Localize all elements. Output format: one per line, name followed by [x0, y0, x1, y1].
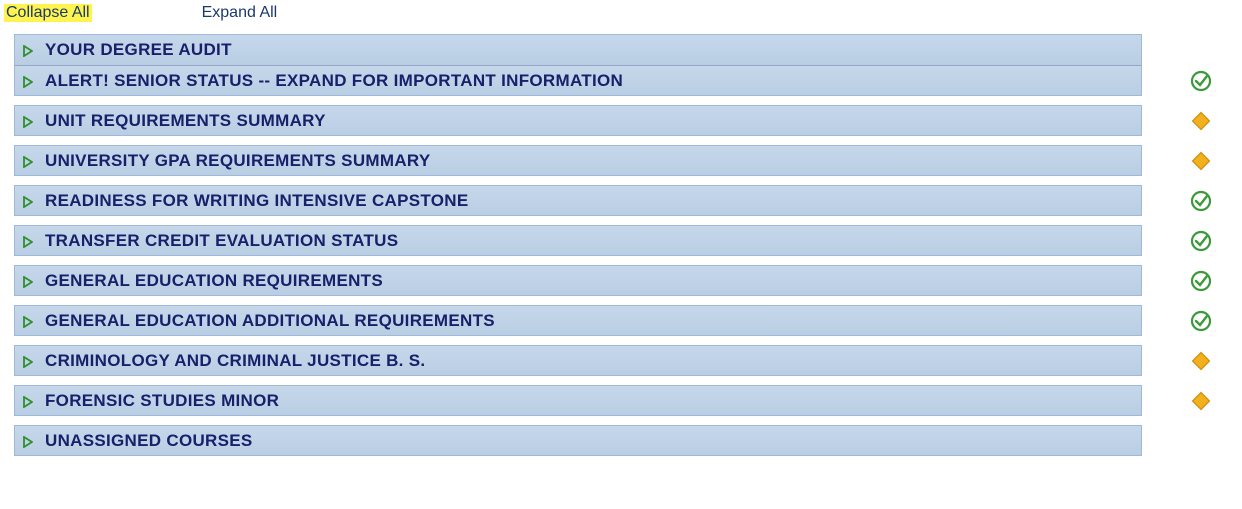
audit-row[interactable]: GENERAL EDUCATION REQUIREMENTS	[14, 265, 1142, 296]
checkmark-icon	[1190, 230, 1212, 252]
collapse-all-link[interactable]: Collapse All	[4, 4, 92, 22]
expand-icon	[23, 236, 33, 246]
audit-row-wrap-10: UNASSIGNED COURSES	[14, 425, 1242, 465]
audit-row[interactable]: UNASSIGNED COURSES	[14, 425, 1142, 456]
audit-row[interactable]: READINESS FOR WRITING INTENSIVE CAPSTONE	[14, 185, 1142, 216]
audit-title: ALERT! SENIOR STATUS -- EXPAND FOR IMPOR…	[45, 71, 623, 91]
status-cell	[1186, 305, 1216, 336]
audit-row[interactable]: CRIMINOLOGY AND CRIMINAL JUSTICE B. S.	[14, 345, 1142, 376]
status-cell	[1186, 185, 1216, 216]
audit-row[interactable]: GENERAL EDUCATION ADDITIONAL REQUIREMENT…	[14, 305, 1142, 336]
status-cell	[1186, 34, 1216, 65]
audit-title: UNIT REQUIREMENTS SUMMARY	[45, 111, 326, 131]
audit-row-wrap-7: GENERAL EDUCATION ADDITIONAL REQUIREMENT…	[14, 305, 1242, 345]
expand-icon	[23, 356, 33, 366]
audit-row-wrap-0: YOUR DEGREE AUDIT	[14, 34, 1242, 65]
audit-row-wrap-6: GENERAL EDUCATION REQUIREMENTS	[14, 265, 1242, 305]
audit-row-wrap-1: ALERT! SENIOR STATUS -- EXPAND FOR IMPOR…	[14, 65, 1242, 105]
audit-row[interactable]: TRANSFER CREDIT EVALUATION STATUS	[14, 225, 1142, 256]
status-cell	[1186, 345, 1216, 376]
expand-icon	[23, 436, 33, 446]
status-cell	[1186, 65, 1216, 96]
status-cell	[1186, 265, 1216, 296]
audit-row[interactable]: UNIT REQUIREMENTS SUMMARY	[14, 105, 1142, 136]
audit-row[interactable]: FORENSIC STUDIES MINOR	[14, 385, 1142, 416]
checkmark-icon	[1190, 70, 1212, 92]
audit-title: FORENSIC STUDIES MINOR	[45, 391, 279, 411]
expand-icon	[23, 276, 33, 286]
audit-title: GENERAL EDUCATION REQUIREMENTS	[45, 271, 383, 291]
expand-icon	[23, 316, 33, 326]
audit-row-wrap-4: READINESS FOR WRITING INTENSIVE CAPSTONE	[14, 185, 1242, 225]
status-cell	[1186, 105, 1216, 136]
status-cell	[1186, 425, 1216, 456]
diamond-icon	[1191, 391, 1211, 411]
status-cell	[1186, 385, 1216, 416]
audit-row-wrap-9: FORENSIC STUDIES MINOR	[14, 385, 1242, 425]
audit-row-wrap-5: TRANSFER CREDIT EVALUATION STATUS	[14, 225, 1242, 265]
diamond-icon	[1191, 351, 1211, 371]
checkmark-icon	[1190, 310, 1212, 332]
checkmark-icon	[1190, 270, 1212, 292]
audit-title: GENERAL EDUCATION ADDITIONAL REQUIREMENT…	[45, 311, 495, 331]
audit-list: YOUR DEGREE AUDIT ALERT! SENIOR STATUS -…	[0, 34, 1242, 465]
audit-row-wrap-8: CRIMINOLOGY AND CRIMINAL JUSTICE B. S.	[14, 345, 1242, 385]
audit-row[interactable]: YOUR DEGREE AUDIT	[14, 34, 1142, 65]
audit-row-wrap-2: UNIT REQUIREMENTS SUMMARY	[14, 105, 1242, 145]
audit-row[interactable]: ALERT! SENIOR STATUS -- EXPAND FOR IMPOR…	[14, 65, 1142, 96]
audit-title: YOUR DEGREE AUDIT	[45, 40, 232, 60]
diamond-icon	[1191, 151, 1211, 171]
status-cell	[1186, 225, 1216, 256]
expand-all-link[interactable]: Expand All	[202, 4, 278, 22]
audit-title: READINESS FOR WRITING INTENSIVE CAPSTONE	[45, 191, 469, 211]
top-links: Collapse All Expand All	[0, 0, 1242, 34]
checkmark-icon	[1190, 190, 1212, 212]
audit-row-wrap-3: UNIVERSITY GPA REQUIREMENTS SUMMARY	[14, 145, 1242, 185]
diamond-icon	[1191, 111, 1211, 131]
expand-icon	[23, 76, 33, 86]
expand-icon	[23, 396, 33, 406]
audit-title: UNIVERSITY GPA REQUIREMENTS SUMMARY	[45, 151, 430, 171]
audit-title: CRIMINOLOGY AND CRIMINAL JUSTICE B. S.	[45, 351, 425, 371]
audit-title: UNASSIGNED COURSES	[45, 431, 253, 451]
expand-icon	[23, 156, 33, 166]
expand-icon	[23, 45, 33, 55]
expand-icon	[23, 196, 33, 206]
audit-row[interactable]: UNIVERSITY GPA REQUIREMENTS SUMMARY	[14, 145, 1142, 176]
audit-title: TRANSFER CREDIT EVALUATION STATUS	[45, 231, 398, 251]
expand-icon	[23, 116, 33, 126]
status-cell	[1186, 145, 1216, 176]
